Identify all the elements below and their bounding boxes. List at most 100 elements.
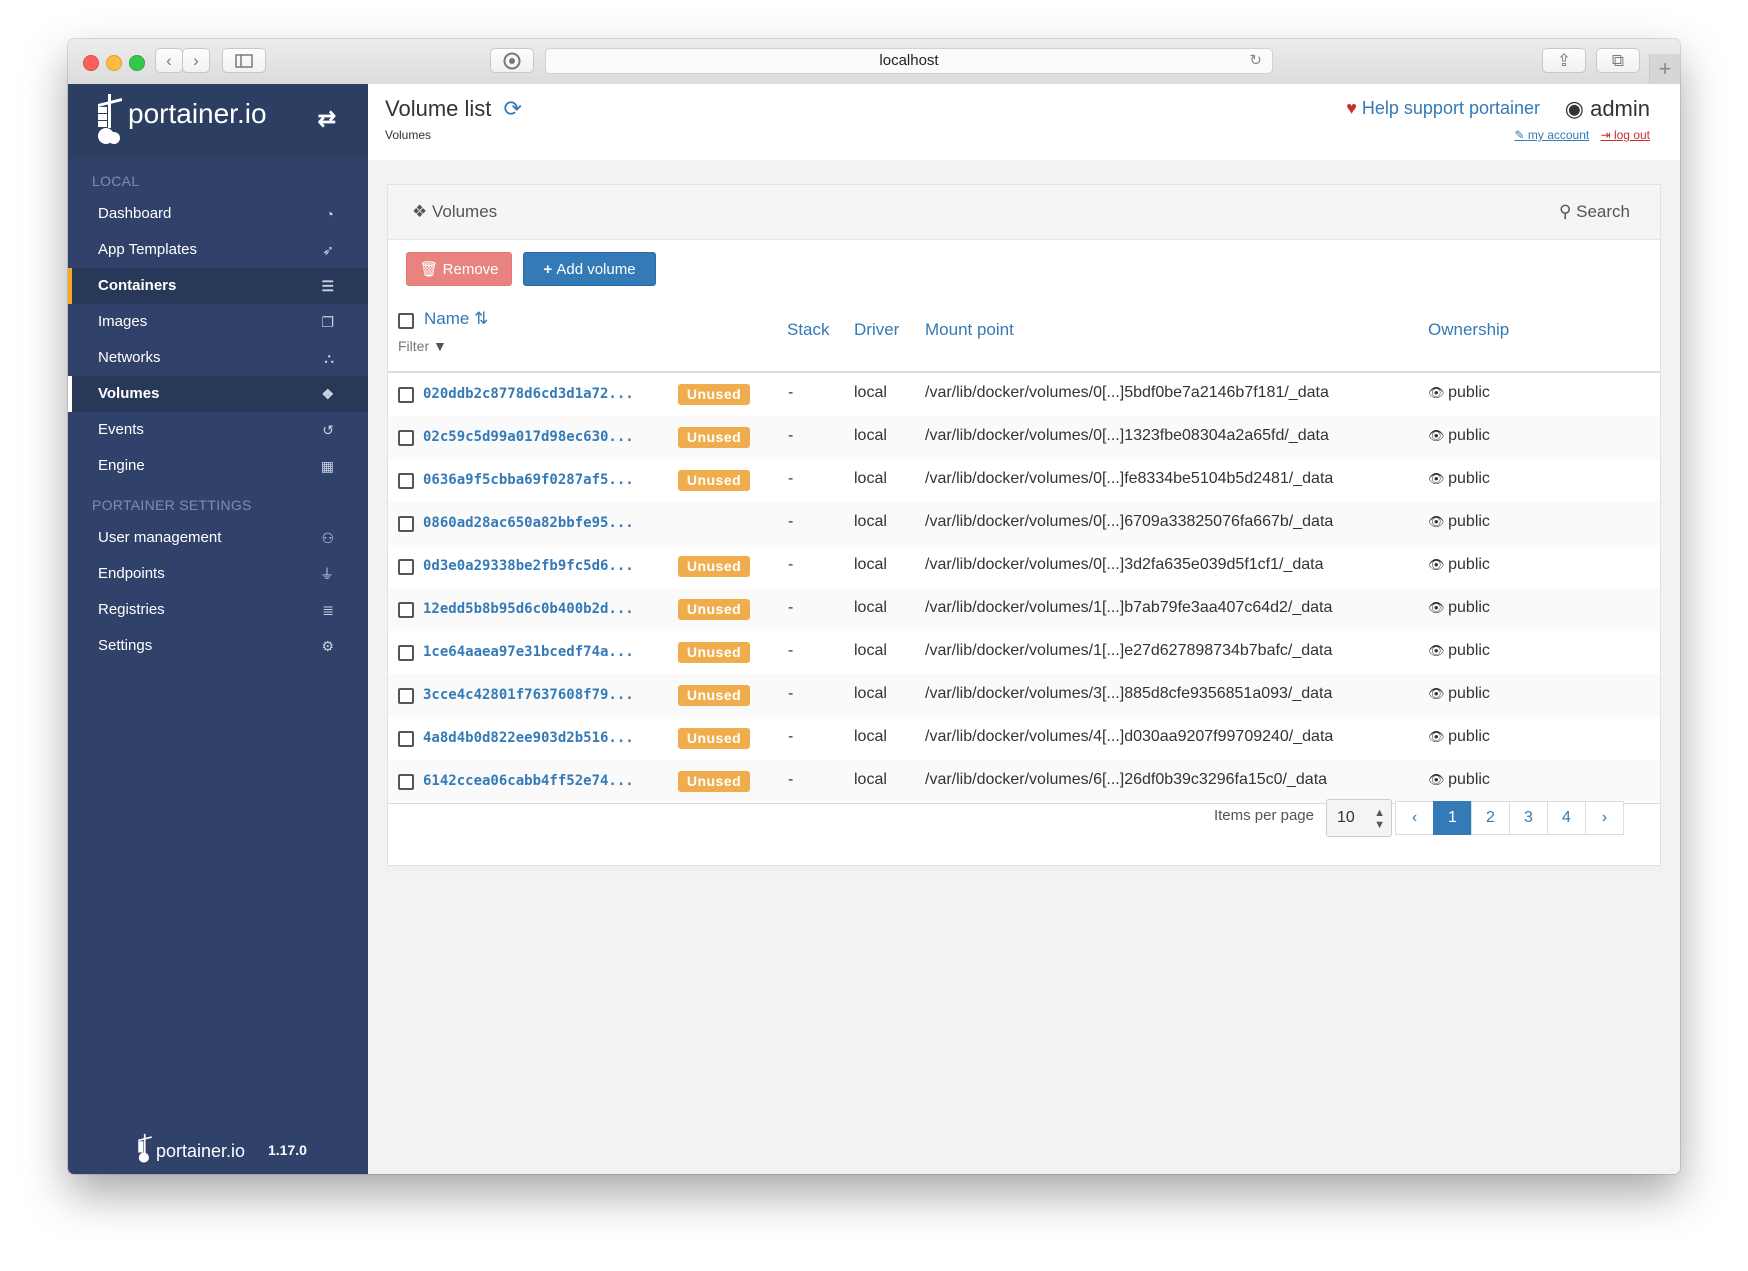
sidebar-item-events[interactable]: Events ↺ <box>68 412 368 448</box>
sidebar-item-endpoints[interactable]: Endpoints ⏚ <box>68 556 368 592</box>
address-bar[interactable]: localhost ↻ <box>545 48 1273 74</box>
status-badge: Unused <box>678 642 750 663</box>
database-icon: ≣ <box>322 602 334 618</box>
version-label: 1.17.0 <box>268 1142 307 1158</box>
table-row[interactable]: 0d3e0a29338be2fb9fc5d6... Unused - local/va… <box>388 545 1660 589</box>
footer-logo-icon <box>138 1133 152 1163</box>
row-checkbox[interactable] <box>398 602 414 618</box>
ownership-cell: 👁 public <box>1428 470 1490 488</box>
row-checkbox[interactable] <box>398 774 414 790</box>
column-stack-header[interactable]: Stack <box>787 320 830 340</box>
swap-endpoint-icon[interactable]: ⇄ <box>318 106 336 132</box>
sidebar-item-images[interactable]: Images ❐ <box>68 304 368 340</box>
column-ownership-header[interactable]: Ownership <box>1428 320 1509 340</box>
sidebar-toggle-button[interactable] <box>222 48 266 73</box>
mount-point-cell: /var/lib/docker/volumes/0[...]6709a33825… <box>925 513 1334 530</box>
table-row[interactable]: 12edd5b8b95d6c0b400b2d... Unused - local/va… <box>388 588 1660 632</box>
user-menu: ◉ admin <box>1565 96 1650 122</box>
next-page-button[interactable]: › <box>1585 801 1624 835</box>
stack-cell: - <box>788 728 794 745</box>
sidebar-item-label: Images <box>98 313 148 330</box>
table-row[interactable]: 4a8d4b0d822ee903d2b516... Unused - local/va… <box>388 717 1660 761</box>
table-row[interactable]: 02c59c5d99a017d98ec630... Unused - local/va… <box>388 416 1660 460</box>
row-checkbox[interactable] <box>398 559 414 575</box>
sidebar-item-app-templates[interactable]: App Templates ➶ <box>68 232 368 268</box>
volume-id-link[interactable]: 02c59c5d99a017d98ec630... <box>423 429 634 445</box>
new-tab-button[interactable]: + <box>1649 54 1680 84</box>
row-checkbox[interactable] <box>398 688 414 704</box>
zoom-window-button[interactable] <box>129 55 145 71</box>
volume-id-link[interactable]: 3cce4c42801f7637608f79... <box>423 687 634 703</box>
stack-cell: - <box>788 771 794 788</box>
sidebar-item-volumes[interactable]: Volumes ❖ <box>68 376 368 412</box>
volume-id-link[interactable]: 1ce64aaea97e31bcedf74a... <box>423 644 634 660</box>
sort-icon: ⇅ <box>474 309 489 328</box>
sidebar-item-engine[interactable]: Engine ▦ <box>68 448 368 484</box>
status-badge: Unused <box>678 470 750 491</box>
column-driver-header[interactable]: Driver <box>854 320 899 340</box>
url-text: localhost <box>879 52 939 69</box>
heart-icon: ♥ <box>1346 98 1357 118</box>
minimize-window-button[interactable] <box>106 55 122 71</box>
page-button[interactable]: 2 <box>1471 801 1510 835</box>
column-mount-point-header[interactable]: Mount point <box>925 320 1014 340</box>
page-header: Volume list ⟳ Volumes ♥ Help support por… <box>368 84 1680 160</box>
previous-page-button[interactable]: ‹ <box>1395 801 1434 835</box>
sidebar-item-registries[interactable]: Registries ≣ <box>68 592 368 628</box>
volume-id-link[interactable]: 4a8d4b0d822ee903d2b516... <box>423 730 634 746</box>
my-account-label: my account <box>1527 128 1590 142</box>
page-button[interactable]: 4 <box>1547 801 1586 835</box>
items-per-page-select[interactable]: 10 ▲ ▼ <box>1326 799 1392 837</box>
remove-button[interactable]: 🗑 Remove <box>406 252 512 286</box>
log-out-link[interactable]: ⇥ log out <box>1601 128 1650 142</box>
forward-button[interactable]: › <box>182 48 210 73</box>
reload-icon[interactable]: ↻ <box>1249 49 1262 73</box>
row-checkbox[interactable] <box>398 430 414 446</box>
privacy-button[interactable] <box>490 48 534 73</box>
sidebar-item-networks[interactable]: Networks ⛬ <box>68 340 368 376</box>
table-row[interactable]: 0860ad28ac650a82bbfe95... - local/var/lib/… <box>388 502 1660 546</box>
column-name-header[interactable]: Name ⇅ <box>424 309 488 329</box>
table-row[interactable]: 0636a9f5cbba69f0287af5... Unused - local/va… <box>388 459 1660 503</box>
sidebar-item-label: Registries <box>98 601 165 618</box>
table-row[interactable]: 3cce4c42801f7637608f79... Unused - local/va… <box>388 674 1660 718</box>
eye-icon: 👁 <box>1428 514 1449 529</box>
row-checkbox[interactable] <box>398 645 414 661</box>
row-checkbox[interactable] <box>398 516 414 532</box>
add-volume-button[interactable]: + Add volume <box>523 252 656 286</box>
page-button[interactable]: 1 <box>1433 801 1472 835</box>
volume-id-link[interactable]: 0860ad28ac650a82bbfe95... <box>423 515 634 531</box>
table-row[interactable]: 020ddb2c8778d6cd3d1a72... Unused - local/va… <box>388 373 1660 417</box>
table-row[interactable]: 1ce64aaea97e31bcedf74a... Unused - local/va… <box>388 631 1660 675</box>
row-checkbox[interactable] <box>398 731 414 747</box>
volume-id-link[interactable]: 6142ccea06cabb4ff52e74... <box>423 773 634 789</box>
filter-button[interactable]: Filter ▼ <box>398 338 447 354</box>
driver-cell: local <box>854 642 887 659</box>
sidebar-item-dashboard[interactable]: Dashboard ◔ <box>68 196 368 232</box>
driver-cell: local <box>854 685 887 702</box>
row-checkbox[interactable] <box>398 473 414 489</box>
filter-label: Filter <box>398 338 430 354</box>
sidebar-item-user-management[interactable]: User management ⚇ <box>68 520 368 556</box>
refresh-icon[interactable]: ⟳ <box>504 96 522 121</box>
chevron-left-icon: ‹ <box>166 50 172 70</box>
browser-titlebar: ‹ › localhost ↻ ⇪ ⧉ + <box>68 39 1680 85</box>
volume-id-link[interactable]: 020ddb2c8778d6cd3d1a72... <box>423 386 634 402</box>
my-account-link[interactable]: ✎ my account <box>1514 128 1589 142</box>
sidebar-item-containers[interactable]: Containers ☰ <box>68 268 368 304</box>
volume-id-link[interactable]: 0d3e0a29338be2fb9fc5d6... <box>423 558 634 574</box>
volume-id-link[interactable]: 12edd5b8b95d6c0b400b2d... <box>423 601 634 617</box>
select-all-checkbox[interactable] <box>398 313 414 329</box>
help-support-link[interactable]: ♥ Help support portainer <box>1346 98 1540 119</box>
volume-id-link[interactable]: 0636a9f5cbba69f0287af5... <box>423 472 634 488</box>
share-button[interactable]: ⇪ <box>1542 48 1586 73</box>
sidebar: portainer.io ⇄ LOCAL Dashboard ◔ App Tem… <box>68 84 368 1174</box>
sidebar-item-settings[interactable]: Settings ⚙ <box>68 628 368 664</box>
sidebar-logo-text[interactable]: portainer.io <box>128 98 267 130</box>
tabs-button[interactable]: ⧉ <box>1596 48 1640 73</box>
back-button[interactable]: ‹ <box>155 48 183 73</box>
row-checkbox[interactable] <box>398 387 414 403</box>
search-input[interactable]: ⚲ Search <box>1559 202 1630 222</box>
close-window-button[interactable] <box>83 55 99 71</box>
page-button[interactable]: 3 <box>1509 801 1548 835</box>
